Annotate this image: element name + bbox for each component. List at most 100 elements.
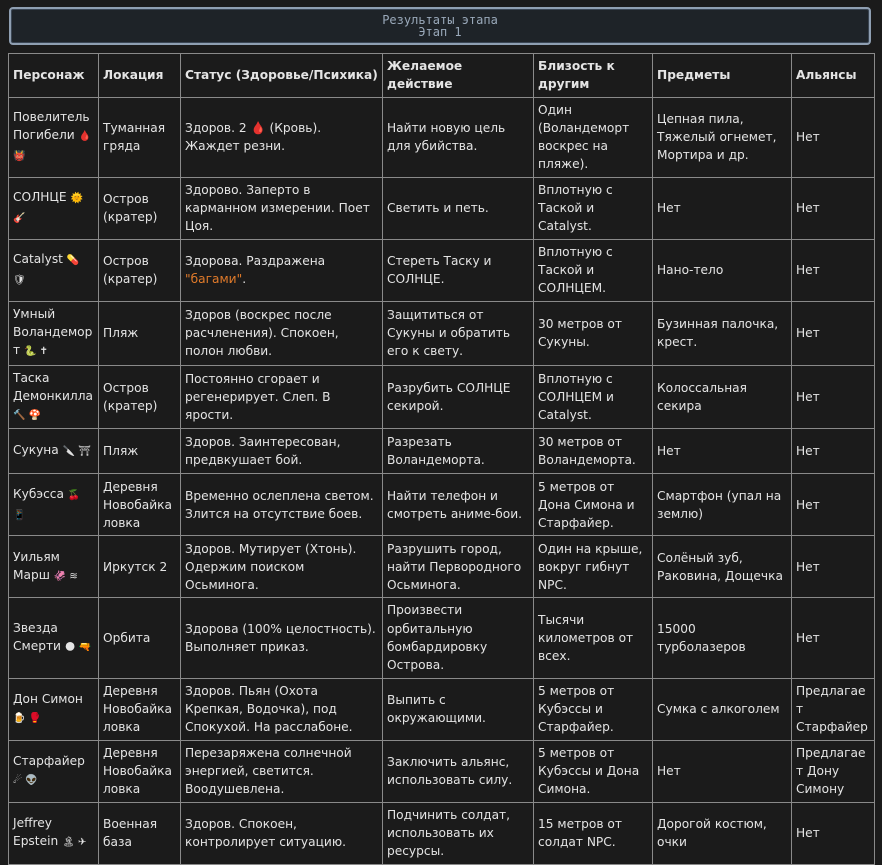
status-text: Здорова. Раздражена bbox=[185, 253, 326, 268]
status-text-end: . bbox=[242, 272, 247, 287]
character-name: Кубэсса bbox=[13, 486, 64, 501]
character-cell: Дон Симон 🍺 🥊 bbox=[8, 677, 99, 741]
character-emoji-icon: 🔪 ⛩ bbox=[62, 446, 91, 458]
location-cell: Туманная гряда bbox=[98, 96, 181, 178]
status-cell: Здоров (воскрес после расчленения). Спок… bbox=[180, 300, 383, 366]
proximity-cell: Один (Воландеморт воскрес на пляже). bbox=[533, 96, 653, 178]
table-row: СОЛНЦЕ 🌞 🎸 Остров (кратер) Здорово. Заперт… bbox=[8, 176, 875, 240]
character-emoji-icon: 🍺 🥊 bbox=[13, 713, 42, 725]
status-cell: Здоров. Спокоен, контролирует ситуацию. bbox=[180, 801, 383, 865]
location-cell: Остров (кратер) bbox=[98, 238, 181, 302]
proximity-cell: Вплотную с Таской и Catalyst. bbox=[533, 176, 653, 240]
stage-number: Этап 1 bbox=[418, 25, 462, 39]
status-cell: Перезаряжена солнечной энергией, светитс… bbox=[180, 739, 383, 803]
action-cell: Разрушить город, найти Первородного Осьм… bbox=[382, 535, 534, 599]
proximity-cell: Вплотную с СОЛНЦЕМ и Catalyst. bbox=[533, 364, 653, 430]
items-cell: Цепная пила, Тяжелый огнемет, Мортира и … bbox=[652, 96, 792, 178]
action-cell: Стереть Таску и СОЛНЦЕ. bbox=[382, 238, 534, 302]
character-emoji-icon: ☄ 👽 bbox=[13, 775, 38, 787]
character-cell: Таска Демонкилла 🔨 🍄 bbox=[8, 364, 99, 430]
location-cell: Деревня Новобайкаловка bbox=[98, 473, 181, 537]
action-cell: Заключить альянс, использовать силу. bbox=[382, 739, 534, 803]
character-emoji-icon: 🌑 🔫 bbox=[64, 642, 91, 654]
location-cell: Пляж bbox=[98, 428, 181, 475]
alliance-cell: Нет bbox=[791, 176, 875, 240]
action-cell: Разрубить СОЛНЦЕ секирой. bbox=[382, 364, 534, 430]
character-cell: Повелитель Погибели 🩸 👹 bbox=[8, 96, 99, 178]
table-header-row: Персонаж Локация Статус (Здоровье/Психик… bbox=[8, 53, 875, 98]
status-cell: Здоров. Заинтересован, предвкушает бой. bbox=[180, 428, 383, 475]
character-cell: СОЛНЦЕ 🌞 🎸 bbox=[8, 176, 99, 240]
alliance-cell: Нет bbox=[791, 473, 875, 537]
column-header: Локация bbox=[98, 53, 181, 98]
action-cell: Выпить с окружающими. bbox=[382, 677, 534, 741]
character-name: Звезда Смерти bbox=[13, 620, 61, 654]
status-cell: Временно ослеплена светом. Злится на отс… bbox=[180, 473, 383, 537]
proximity-cell: 15 метров от солдат NPC. bbox=[533, 801, 653, 865]
alliance-cell: Нет bbox=[791, 428, 875, 475]
column-header: Альянсы bbox=[791, 53, 875, 98]
alliance-cell: Нет bbox=[791, 801, 875, 865]
location-cell: Военная база bbox=[98, 801, 181, 865]
status-cell: Здоров. 2 🩸 (Кровь). Жаждет резни. bbox=[180, 96, 383, 178]
character-name: Таска Демонкилла bbox=[13, 370, 93, 403]
table-row: Сукуна 🔪 ⛩ Пляж Здоров. Заинтересован, пре… bbox=[8, 428, 875, 475]
character-cell: Кубэсса 🍒 📱 bbox=[8, 473, 99, 537]
items-cell: Нет bbox=[652, 176, 792, 240]
status-cell: Здорова. Раздражена "багами". bbox=[180, 238, 383, 302]
character-cell: Уильям Марш 🦑 ≋ bbox=[8, 535, 99, 599]
character-name: Сукуна bbox=[13, 443, 59, 458]
table-row: Уильям Марш 🦑 ≋ Иркутск 2 Здоров. Мутирует… bbox=[8, 535, 875, 599]
table-row: Jeffrey Epstein 🏝 ✈ Военная база Здоров. С… bbox=[8, 801, 875, 865]
action-cell: Разрезать Воландеморта. bbox=[382, 428, 534, 475]
status-cell: Здоров. Пьян (Охота Крепкая, Водочка), п… bbox=[180, 677, 383, 741]
items-cell: Солёный зуб, Раковина, Дощечка bbox=[652, 535, 792, 599]
character-emoji-icon: 🦑 ≋ bbox=[53, 570, 78, 582]
status-cell: Постоянно сгорает и регенерирует. Слеп. … bbox=[180, 364, 383, 430]
character-name: Jeffrey Epstein bbox=[13, 815, 59, 849]
character-cell: Умный Воландеморт 🐍 ✝ bbox=[8, 300, 99, 366]
proximity-cell: Вплотную с Таской и СОЛНЦЕМ. bbox=[533, 238, 653, 302]
table-row: Звезда Смерти 🌑 🔫 Орбита Здорова (100% цел… bbox=[8, 597, 875, 679]
location-cell: Деревня Новобайкаловка bbox=[98, 677, 181, 741]
location-cell: Остров (кратер) bbox=[98, 364, 181, 430]
column-header: Персонаж bbox=[8, 53, 99, 98]
character-name: СОЛНЦЕ bbox=[13, 189, 67, 204]
status-highlight: "багами" bbox=[185, 272, 243, 287]
items-cell: Смартфон (упал на землю) bbox=[652, 473, 792, 537]
proximity-cell: 5 метров от Кубэссы и Старфайер. bbox=[533, 677, 653, 741]
location-cell: Деревня Новобайкаловка bbox=[98, 739, 181, 803]
character-emoji-icon: 🏝 ✈ bbox=[62, 837, 87, 849]
proximity-cell: 30 метров от Воландеморта. bbox=[533, 428, 653, 475]
location-cell: Остров (кратер) bbox=[98, 176, 181, 240]
table-row: Повелитель Погибели 🩸 👹 Туманная гряда Здо… bbox=[8, 96, 875, 178]
items-cell: 15000 турболазеров bbox=[652, 597, 792, 679]
table-row: Catalyst 💊 🛡 Остров (кратер) Здорова. Разд… bbox=[8, 238, 875, 302]
items-cell: Бузинная палочка, крест. bbox=[652, 300, 792, 366]
items-cell: Колоссальная секира bbox=[652, 364, 792, 430]
action-cell: Найти телефон и смотреть аниме-бои. bbox=[382, 473, 534, 537]
alliance-cell: Нет bbox=[791, 96, 875, 178]
action-cell: Светить и петь. bbox=[382, 176, 534, 240]
alliance-cell: Предлагает Старфайер bbox=[791, 677, 875, 741]
column-header: Близость к другим bbox=[533, 53, 653, 98]
character-cell: Jeffrey Epstein 🏝 ✈ bbox=[8, 801, 99, 865]
character-cell: Сукуна 🔪 ⛩ bbox=[8, 428, 99, 475]
alliance-cell: Предлагает Дону Симону bbox=[791, 739, 875, 803]
column-header: Предметы bbox=[652, 53, 792, 98]
items-cell: Нет bbox=[652, 739, 792, 803]
proximity-cell: 5 метров от Дона Симона и Старфайер. bbox=[533, 473, 653, 537]
character-emoji-icon: 🐍 ✝ bbox=[23, 346, 48, 358]
proximity-cell: 30 метров от Сукуны. bbox=[533, 300, 653, 366]
proximity-cell: Один на крыше, вокруг гибнут NPC. bbox=[533, 535, 653, 599]
items-cell: Нано-тело bbox=[652, 238, 792, 302]
action-cell: Подчинить солдат, использовать их ресурс… bbox=[382, 801, 534, 865]
alliance-cell: Нет bbox=[791, 535, 875, 599]
status-cell: Здорово. Заперто в карманном измерении. … bbox=[180, 176, 383, 240]
items-cell: Нет bbox=[652, 428, 792, 475]
column-header: Желаемое действие bbox=[382, 53, 534, 98]
character-emoji-icon: 🔨 🍄 bbox=[13, 410, 42, 422]
character-cell: Старфайер ☄ 👽 bbox=[8, 739, 99, 803]
action-cell: Произвести орбитальную бомбардировку Ост… bbox=[382, 597, 534, 679]
column-header: Статус (Здоровье/Психика) bbox=[180, 53, 383, 98]
